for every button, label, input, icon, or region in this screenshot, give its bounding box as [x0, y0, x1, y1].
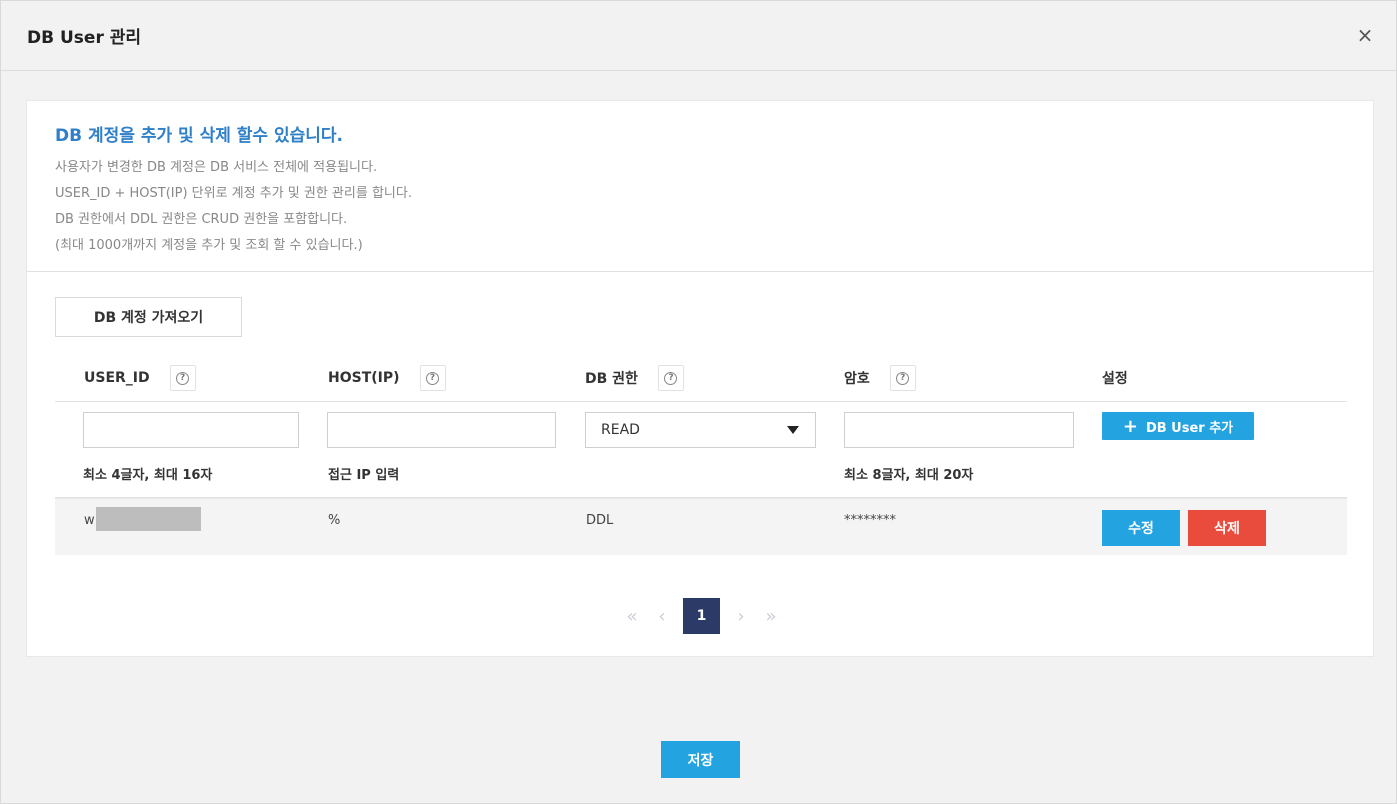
- plus-icon: +: [1122, 415, 1138, 437]
- table-header: USER_ID ? HOST(IP) ? DB 권한 ? 암호 ? 설정: [55, 351, 1347, 402]
- privilege-select[interactable]: READ: [585, 412, 816, 448]
- question-icon: ?: [426, 371, 440, 385]
- header-host: HOST(IP) ?: [328, 365, 446, 391]
- page-1-button[interactable]: 1: [683, 598, 720, 634]
- password-input[interactable]: [844, 412, 1074, 448]
- cell-password: ********: [844, 513, 896, 528]
- edit-button[interactable]: 수정: [1102, 510, 1180, 546]
- pagination: « ‹ 1 › »: [617, 598, 786, 634]
- divider: [27, 271, 1373, 272]
- info-line: DB 권한에서 DDL 권한은 CRUD 권한을 포함합니다.: [55, 212, 348, 227]
- add-db-user-button[interactable]: + DB User 추가: [1102, 412, 1254, 440]
- db-user-table: USER_ID ? HOST(IP) ? DB 권한 ? 암호 ? 설정 REA…: [55, 351, 1347, 555]
- next-page-icon[interactable]: ›: [726, 606, 756, 627]
- user-id-hint: 최소 4글자, 최대 16자: [83, 468, 213, 483]
- first-page-icon[interactable]: «: [617, 606, 647, 627]
- host-help-icon[interactable]: ?: [419, 365, 446, 391]
- user-id-help-icon[interactable]: ?: [169, 365, 196, 391]
- privilege-help-icon[interactable]: ?: [657, 365, 684, 391]
- header-privilege-label: DB 권한: [585, 371, 638, 387]
- password-help-icon[interactable]: ?: [889, 365, 916, 391]
- add-db-user-label: DB User 추가: [1145, 420, 1234, 436]
- cell-privilege: DDL: [586, 513, 614, 528]
- password-hint: 최소 8글자, 최대 20자: [844, 468, 974, 483]
- import-db-account-button[interactable]: DB 계정 가져오기: [55, 297, 242, 337]
- cell-user-id: w: [84, 513, 95, 528]
- cell-host: %: [328, 513, 341, 528]
- host-input[interactable]: [327, 412, 556, 448]
- header-password-label: 암호: [844, 371, 870, 387]
- content-panel: DB 계정을 추가 및 삭제 할수 있습니다. 사용자가 변경한 DB 계정은 …: [26, 100, 1374, 657]
- info-line: 사용자가 변경한 DB 계정은 DB 서비스 전체에 적용됩니다.: [55, 160, 378, 175]
- delete-button[interactable]: 삭제: [1188, 510, 1266, 546]
- last-page-icon[interactable]: »: [756, 606, 786, 627]
- privilege-selected-value: READ: [601, 422, 640, 438]
- header-settings: 설정: [1102, 371, 1128, 387]
- question-icon: ?: [664, 371, 678, 385]
- info-line: USER_ID + HOST(IP) 단위로 계정 추가 및 권한 관리를 합니…: [55, 186, 412, 201]
- close-icon[interactable]: ×: [1351, 21, 1379, 49]
- question-icon: ?: [176, 371, 190, 385]
- save-button[interactable]: 저장: [661, 741, 740, 778]
- info-title: DB 계정을 추가 및 삭제 할수 있습니다.: [55, 126, 343, 146]
- new-user-row: READ + DB User 추가 최소 4글자, 최대 16자 접근 IP 입…: [55, 402, 1347, 498]
- redacted-mask: [96, 507, 201, 531]
- header-user-id: USER_ID ?: [84, 365, 196, 391]
- header-password: 암호 ?: [844, 365, 916, 391]
- user-id-input[interactable]: [83, 412, 299, 448]
- table-row: w % DDL ******** 수정 삭제: [55, 498, 1347, 555]
- header-host-label: HOST(IP): [328, 370, 400, 386]
- dialog-header: DB User 관리 ×: [1, 1, 1396, 71]
- caret-down-icon: [787, 426, 799, 434]
- prev-page-icon[interactable]: ‹: [647, 606, 677, 627]
- info-line: (최대 1000개까지 계정을 추가 및 조회 할 수 있습니다.): [55, 238, 363, 253]
- dialog-title: DB User 관리: [27, 28, 142, 48]
- header-privilege: DB 권한 ?: [585, 365, 684, 391]
- info-section: DB 계정을 추가 및 삭제 할수 있습니다. 사용자가 변경한 DB 계정은 …: [55, 121, 412, 259]
- db-user-dialog: DB User 관리 × DB 계정을 추가 및 삭제 할수 있습니다. 사용자…: [0, 0, 1397, 804]
- question-icon: ?: [896, 371, 910, 385]
- header-user-id-label: USER_ID: [84, 370, 150, 386]
- host-hint: 접근 IP 입력: [328, 468, 400, 483]
